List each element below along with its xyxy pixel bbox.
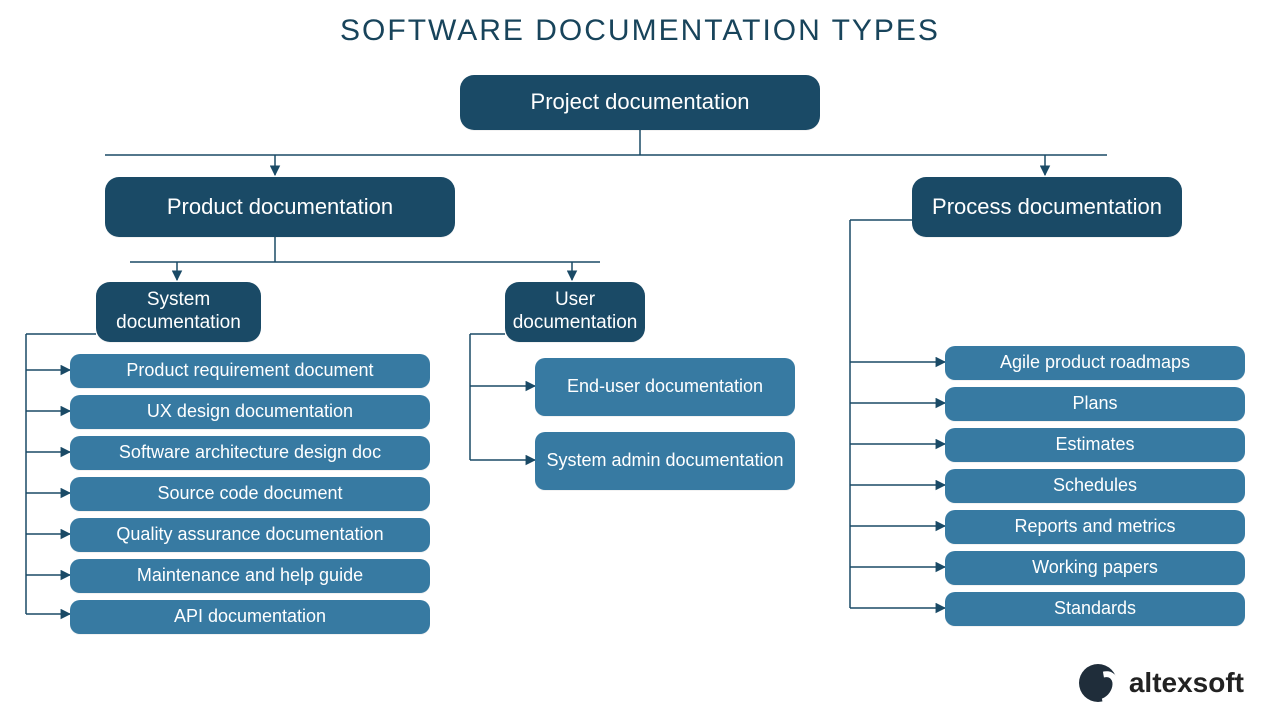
leaf-schedules: Schedules bbox=[945, 469, 1245, 503]
node-user-documentation: User documentation bbox=[505, 282, 645, 342]
leaf-standards: Standards bbox=[945, 592, 1245, 626]
node-label: System documentation bbox=[106, 289, 251, 335]
leaf-quality-assurance-documentation: Quality assurance documentation bbox=[70, 518, 430, 552]
leaf-working-papers: Working papers bbox=[945, 551, 1245, 585]
leaf-agile-product-roadmaps: Agile product roadmaps bbox=[945, 346, 1245, 380]
leaf-maintenance-and-help-guide: Maintenance and help guide bbox=[70, 559, 430, 593]
leaf-software-architecture-design-doc: Software architecture design doc bbox=[70, 436, 430, 470]
leaf-reports-and-metrics: Reports and metrics bbox=[945, 510, 1245, 544]
node-label: Agile product roadmaps bbox=[1000, 352, 1190, 374]
node-label: Reports and metrics bbox=[1014, 516, 1175, 538]
node-label: Process documentation bbox=[932, 194, 1162, 220]
brand-logo: altexsoft bbox=[1079, 664, 1244, 702]
node-label: Product requirement document bbox=[126, 360, 373, 382]
node-label: Source code document bbox=[157, 483, 342, 505]
leaf-source-code-document: Source code document bbox=[70, 477, 430, 511]
node-product-documentation: Product documentation bbox=[105, 177, 455, 237]
node-project-documentation: Project documentation bbox=[460, 75, 820, 130]
node-label: Product documentation bbox=[167, 194, 393, 220]
leaf-api-documentation: API documentation bbox=[70, 600, 430, 634]
node-label: Quality assurance documentation bbox=[116, 524, 383, 546]
node-label: UX design documentation bbox=[147, 401, 353, 423]
node-label: Project documentation bbox=[531, 89, 750, 115]
leaf-plans: Plans bbox=[945, 387, 1245, 421]
leaf-product-requirement-document: Product requirement document bbox=[70, 354, 430, 388]
leaf-estimates: Estimates bbox=[945, 428, 1245, 462]
node-process-documentation: Process documentation bbox=[912, 177, 1182, 237]
node-label: End-user documentation bbox=[567, 376, 763, 398]
brand-name: altexsoft bbox=[1129, 667, 1244, 699]
node-label: Working papers bbox=[1032, 557, 1158, 579]
node-label: Estimates bbox=[1055, 434, 1134, 456]
node-system-documentation: System documentation bbox=[96, 282, 261, 342]
diagram-title: SOFTWARE DOCUMENTATION TYPES bbox=[0, 14, 1280, 48]
leaf-end-user-documentation: End-user documentation bbox=[535, 358, 795, 416]
node-label: Plans bbox=[1072, 393, 1117, 415]
node-label: User documentation bbox=[513, 289, 638, 335]
diagram-stage: SOFTWARE DOCUMENTATION TYPES bbox=[0, 0, 1280, 720]
node-label: Maintenance and help guide bbox=[137, 565, 363, 587]
node-label: System admin documentation bbox=[546, 450, 783, 472]
leaf-ux-design-documentation: UX design documentation bbox=[70, 395, 430, 429]
brand-mark-icon bbox=[1079, 664, 1117, 702]
node-label: API documentation bbox=[174, 606, 326, 628]
node-label: Schedules bbox=[1053, 475, 1137, 497]
node-label: Software architecture design doc bbox=[119, 442, 381, 464]
leaf-system-admin-documentation: System admin documentation bbox=[535, 432, 795, 490]
node-label: Standards bbox=[1054, 598, 1136, 620]
